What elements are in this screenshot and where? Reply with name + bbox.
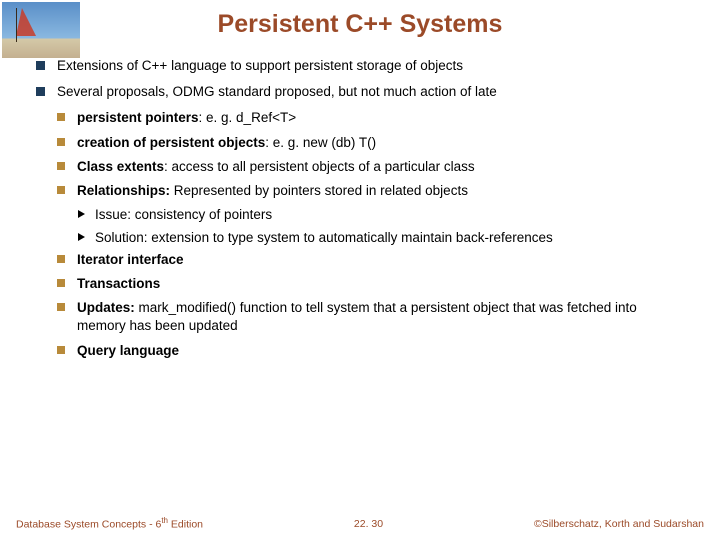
- bullet-text: Class extents: access to all persistent …: [77, 158, 475, 176]
- dot-bullet-icon: [57, 303, 65, 311]
- bullet-text: persistent pointers: e. g. d_Ref<T>: [77, 109, 296, 127]
- bullet-text: Transactions: [77, 275, 160, 293]
- bullet-l2: persistent pointers: e. g. d_Ref<T>: [57, 109, 684, 127]
- bullet-text: Extensions of C++ language to support pe…: [57, 57, 463, 75]
- bullet-text: Relationships: Represented by pointers s…: [77, 182, 468, 200]
- arrow-bullet-icon: [78, 233, 85, 241]
- bullet-text: Updates: mark_modified() function to tel…: [77, 299, 684, 335]
- bullet-l2: Class extents: access to all persistent …: [57, 158, 684, 176]
- dot-bullet-icon: [57, 162, 65, 170]
- dot-bullet-icon: [57, 186, 65, 194]
- bullet-l2: Query language: [57, 342, 684, 360]
- bullet-l2: Updates: mark_modified() function to tel…: [57, 299, 684, 335]
- slide-body: Extensions of C++ language to support pe…: [0, 57, 720, 360]
- bullet-text: Several proposals, ODMG standard propose…: [57, 83, 497, 101]
- bullet-text: creation of persistent objects: e. g. ne…: [77, 134, 376, 152]
- slide-title: Persistent C++ Systems: [0, 0, 720, 57]
- footer-left: Database System Concepts - 6th Edition: [16, 516, 203, 531]
- dot-bullet-icon: [57, 346, 65, 354]
- footer-page-number: 22. 30: [354, 518, 383, 530]
- dot-bullet-icon: [57, 279, 65, 287]
- square-bullet-icon: [36, 87, 45, 96]
- slide-footer: Database System Concepts - 6th Edition 2…: [0, 516, 720, 531]
- bullet-l3: Solution: extension to type system to au…: [78, 229, 684, 247]
- bullet-l2: Relationships: Represented by pointers s…: [57, 182, 684, 200]
- bullet-l3: Issue: consistency of pointers: [78, 206, 684, 224]
- bullet-text: Issue: consistency of pointers: [95, 206, 272, 224]
- slide-thumbnail-image: [2, 2, 80, 58]
- bullet-text: Query language: [77, 342, 179, 360]
- square-bullet-icon: [36, 61, 45, 70]
- dot-bullet-icon: [57, 138, 65, 146]
- footer-copyright: ©Silberschatz, Korth and Sudarshan: [534, 518, 704, 530]
- bullet-text: Iterator interface: [77, 251, 184, 269]
- dot-bullet-icon: [57, 113, 65, 121]
- dot-bullet-icon: [57, 255, 65, 263]
- bullet-l1: Extensions of C++ language to support pe…: [36, 57, 684, 75]
- arrow-bullet-icon: [78, 210, 85, 218]
- bullet-l2: creation of persistent objects: e. g. ne…: [57, 134, 684, 152]
- bullet-text: Solution: extension to type system to au…: [95, 229, 553, 247]
- bullet-l1: Several proposals, ODMG standard propose…: [36, 83, 684, 101]
- bullet-l2: Transactions: [57, 275, 684, 293]
- bullet-l2: Iterator interface: [57, 251, 684, 269]
